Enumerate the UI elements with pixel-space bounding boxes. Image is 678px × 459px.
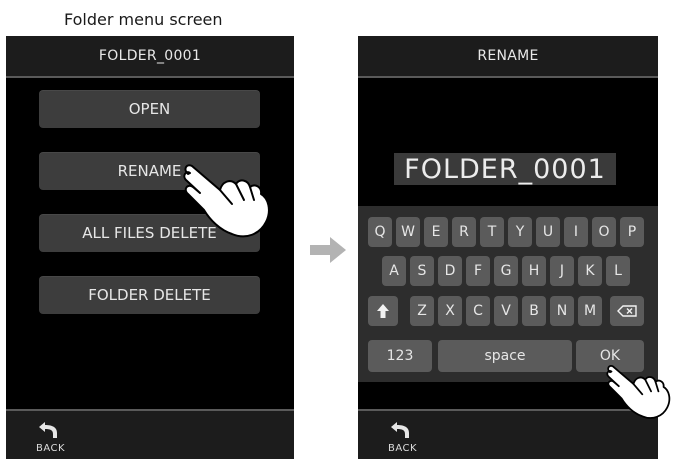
key-u[interactable]: U <box>536 217 560 247</box>
back-label: BACK <box>388 443 418 454</box>
key-k[interactable]: K <box>578 256 602 286</box>
bottom-bar: BACK <box>6 409 294 459</box>
key-h[interactable]: H <box>522 256 546 286</box>
rename-button[interactable]: RENAME <box>39 152 260 190</box>
folder-name-field[interactable]: FOLDER_0001 <box>394 153 616 185</box>
key-y[interactable]: Y <box>508 217 532 247</box>
bottom-bar: BACK <box>358 409 658 459</box>
back-button[interactable]: BACK <box>32 417 66 457</box>
numbers-key[interactable]: 123 <box>368 340 432 372</box>
key-c[interactable]: C <box>466 296 490 326</box>
key-p[interactable]: P <box>620 217 644 247</box>
open-button[interactable]: OPEN <box>39 90 260 128</box>
key-a[interactable]: A <box>382 256 406 286</box>
space-key[interactable]: space <box>438 340 572 372</box>
screen-title: FOLDER_0001 <box>98 48 202 64</box>
figure-caption: Folder menu screen <box>64 10 223 29</box>
folder-delete-button[interactable]: FOLDER DELETE <box>39 276 260 314</box>
screen-title-bar: RENAME <box>358 36 658 78</box>
shift-up-arrow-icon <box>377 304 389 318</box>
key-i[interactable]: I <box>564 217 588 247</box>
key-f[interactable]: F <box>466 256 490 286</box>
screen-title: RENAME <box>477 48 539 64</box>
back-arrow-icon <box>391 422 409 438</box>
key-q[interactable]: Q <box>368 217 392 247</box>
key-r[interactable]: R <box>452 217 476 247</box>
on-screen-keyboard: Q W E R T Y U I O P A S D F G H J K L Z … <box>358 206 658 382</box>
key-s[interactable]: S <box>410 256 434 286</box>
key-v[interactable]: V <box>494 296 518 326</box>
key-x[interactable]: X <box>438 296 462 326</box>
back-arrow-icon <box>39 422 57 438</box>
backspace-key[interactable] <box>610 296 644 326</box>
key-t[interactable]: T <box>480 217 504 247</box>
right-arrow-icon <box>310 237 346 263</box>
all-files-delete-button[interactable]: ALL FILES DELETE <box>39 214 260 252</box>
key-b[interactable]: B <box>522 296 546 326</box>
shift-key[interactable] <box>368 296 398 326</box>
key-e[interactable]: E <box>424 217 448 247</box>
folder-menu-screen: FOLDER_0001 OPEN RENAME ALL FILES DELETE… <box>6 36 294 459</box>
rename-screen: RENAME FOLDER_0001 Q W E R T Y U I O P A… <box>358 36 658 459</box>
key-n[interactable]: N <box>550 296 574 326</box>
key-m[interactable]: M <box>578 296 602 326</box>
screen-title-bar: FOLDER_0001 <box>6 36 294 78</box>
key-o[interactable]: O <box>592 217 616 247</box>
back-button[interactable]: BACK <box>384 417 418 457</box>
key-w[interactable]: W <box>396 217 420 247</box>
back-label: BACK <box>36 443 66 454</box>
backspace-icon <box>617 305 637 317</box>
key-l[interactable]: L <box>606 256 630 286</box>
ok-key[interactable]: OK <box>576 340 644 372</box>
key-g[interactable]: G <box>494 256 518 286</box>
key-d[interactable]: D <box>438 256 462 286</box>
key-j[interactable]: J <box>550 256 574 286</box>
key-z[interactable]: Z <box>410 296 434 326</box>
